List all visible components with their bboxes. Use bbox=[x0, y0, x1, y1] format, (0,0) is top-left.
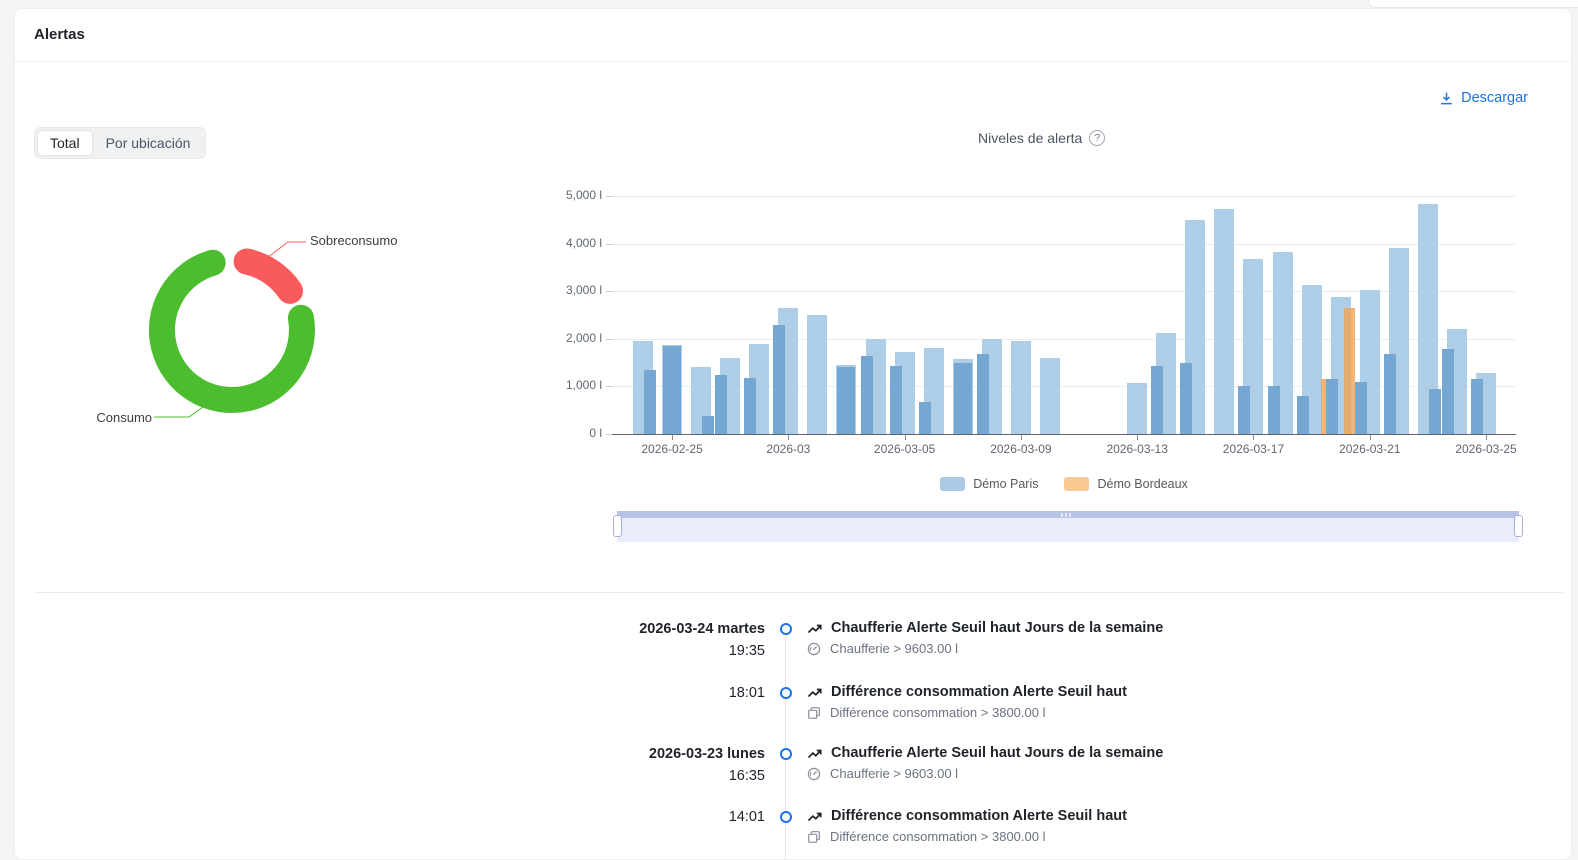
timeline-alert-detail-text: Différence consommation > 3800.00 l bbox=[830, 829, 1045, 844]
datazoom-handle-left[interactable] bbox=[613, 515, 622, 537]
timeline-alert-detail: Chaufferie > 9603.00 l bbox=[807, 766, 958, 781]
tab-total[interactable]: Total bbox=[37, 130, 93, 156]
trend-up-icon bbox=[807, 809, 822, 824]
timeline-time: 19:35 bbox=[470, 643, 765, 659]
view-tabs: Total Por ubicación bbox=[34, 127, 206, 159]
datazoom-slider[interactable] bbox=[617, 511, 1519, 542]
donut-label-consumo: Consumo bbox=[60, 410, 152, 425]
datazoom-grip-icon[interactable] bbox=[1061, 513, 1071, 517]
alerts-page: Alertas Descargar Total Por ubicación So… bbox=[0, 0, 1578, 860]
tab-por-ubicacion[interactable]: Por ubicación bbox=[93, 130, 204, 156]
legend-item-demo-bordeaux[interactable]: Démo Bordeaux bbox=[1064, 477, 1187, 491]
page-title: Alertas bbox=[34, 26, 85, 43]
timeline-alert-detail: Différence consommation > 3800.00 l bbox=[807, 829, 1045, 844]
copy-icon bbox=[807, 706, 821, 720]
timeline-alert-title: Différence consommation Alerte Seuil hau… bbox=[807, 808, 1127, 824]
timeline-alert-title-text: Différence consommation Alerte Seuil hau… bbox=[831, 684, 1127, 700]
bar-chart-title: Niveles de alerta bbox=[978, 130, 1082, 146]
section-divider bbox=[34, 592, 1563, 593]
gauge-icon bbox=[807, 767, 821, 781]
legend-label-paris: Démo Paris bbox=[973, 477, 1038, 491]
timeline-alert-title: Différence consommation Alerte Seuil hau… bbox=[807, 684, 1127, 700]
legend-item-demo-paris[interactable]: Démo Paris bbox=[940, 477, 1038, 491]
timeline-alert-title: Chaufferie Alerte Seuil haut Jours de la… bbox=[807, 620, 1163, 636]
timeline-time: 18:01 bbox=[470, 685, 765, 701]
timeline-alert-title-text: Différence consommation Alerte Seuil hau… bbox=[831, 808, 1127, 824]
timeline-node-icon bbox=[780, 748, 792, 760]
timeline-time: 14:01 bbox=[470, 809, 765, 825]
download-label: Descargar bbox=[1461, 90, 1528, 106]
download-icon bbox=[1439, 91, 1454, 106]
timeline-alert-title-text: Chaufferie Alerte Seuil haut Jours de la… bbox=[831, 620, 1163, 636]
legend-label-bordeaux: Démo Bordeaux bbox=[1097, 477, 1187, 491]
trend-up-icon bbox=[807, 746, 822, 761]
datazoom-handle-right[interactable] bbox=[1514, 515, 1523, 537]
timeline-alert-detail: Chaufferie > 9603.00 l bbox=[807, 641, 958, 656]
timeline-alert-detail-text: Différence consommation > 3800.00 l bbox=[830, 705, 1045, 720]
timeline-date: 2026-03-24 martes bbox=[470, 621, 765, 637]
timeline-alert-title-text: Chaufferie Alerte Seuil haut Jours de la… bbox=[831, 745, 1163, 761]
timeline-date: 2026-03-23 lunes bbox=[470, 746, 765, 762]
chart-legend: Démo Paris Démo Bordeaux bbox=[612, 477, 1516, 491]
legend-swatch-paris bbox=[940, 477, 965, 491]
trend-up-icon bbox=[807, 685, 822, 700]
header-divider bbox=[15, 61, 1571, 62]
timeline-alert-detail: Différence consommation > 3800.00 l bbox=[807, 705, 1045, 720]
timeline-alert-detail-text: Chaufferie > 9603.00 l bbox=[830, 766, 958, 781]
trend-up-icon bbox=[807, 621, 822, 636]
help-icon[interactable]: ? bbox=[1089, 130, 1105, 146]
timeline-node-icon bbox=[780, 623, 792, 635]
copy-icon bbox=[807, 830, 821, 844]
gauge-icon bbox=[807, 642, 821, 656]
donut-chart bbox=[90, 225, 420, 440]
timeline-alert-detail-text: Chaufferie > 9603.00 l bbox=[830, 641, 958, 656]
timeline-node-icon bbox=[780, 811, 792, 823]
donut-label-sobreconsumo: Sobreconsumo bbox=[310, 233, 397, 248]
timeline-time: 16:35 bbox=[470, 768, 765, 784]
bar-chart-header: Niveles de alerta ? bbox=[978, 130, 1105, 146]
timeline-alert-title: Chaufferie Alerte Seuil haut Jours de la… bbox=[807, 745, 1163, 761]
datazoom-track[interactable] bbox=[617, 518, 1519, 542]
timeline-node-icon bbox=[780, 687, 792, 699]
adjacent-card-edge bbox=[1368, 0, 1578, 8]
donut-segment-sobreconsumo bbox=[247, 262, 290, 291]
download-button[interactable]: Descargar bbox=[1439, 90, 1528, 106]
legend-swatch-bordeaux bbox=[1064, 477, 1089, 491]
sobreconsumo-leader-line bbox=[268, 242, 306, 257]
